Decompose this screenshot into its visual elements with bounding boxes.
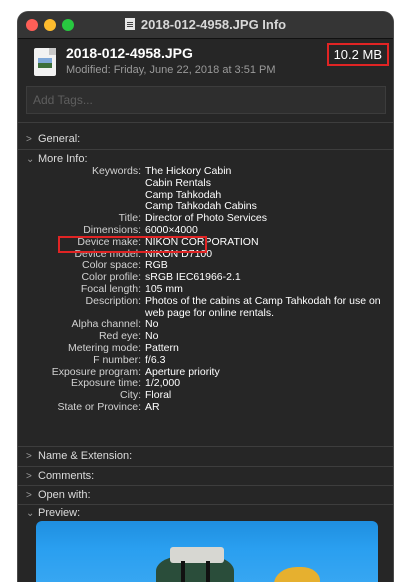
chevron-right-icon: > [26,471,32,482]
tags-input[interactable] [27,87,385,113]
more-info-list: Keywords: The Hickory Cabin Cabin Rentals… [18,165,393,414]
info-key: State or Province: [57,400,141,413]
title-bar[interactable]: 2018-012-4958.JPG Info [18,12,393,39]
info-value: AR [145,400,160,413]
info-row-color-profile: Color profile: sRGB IEC61966-2.1 [18,271,393,284]
section-more-info-label: More Info: [38,153,88,165]
dimensions-highlight-box [58,236,207,253]
info-row-focal-length: Focal length: 105 mm [18,282,393,296]
preview-foliage [274,567,320,582]
section-open-with-label: Open with: [38,489,91,501]
section-open-with[interactable]: > Open with: [26,487,91,503]
info-window: 2018-012-4958.JPG Info 2018-012-4958.JPG… [18,12,393,582]
document-icon [124,18,135,30]
section-general-label: General: [38,133,81,145]
section-preview-label: Preview: [38,507,81,519]
info-value: 6000×4000 [145,223,198,236]
section-preview[interactable]: ⌄ Preview: [26,505,80,521]
divider [18,149,393,150]
info-key: Dimensions: [83,223,141,236]
info-value: web page for online rentals. [145,306,274,319]
section-comments-label: Comments: [38,470,95,482]
info-key: F number: [93,353,141,366]
file-fold [49,48,56,55]
info-key: Focal length: [80,282,141,295]
info-row-title: Title: Director of Photo Services [18,212,393,225]
preview-post [181,561,185,582]
image-thumbnail-icon [38,58,52,68]
info-row-keywords-cont: Cabin Rentals [18,176,393,190]
info-key: Metering mode: [68,341,141,354]
section-general[interactable]: > General: [26,131,80,147]
window-title: 2018-012-4958.JPG Info [18,17,393,32]
file-size: 10.2 MB [326,43,389,66]
modified-date: Modified: Friday, June 22, 2018 at 3:51 … [66,64,276,76]
section-more-info[interactable]: ⌄ More Info: [26,151,88,167]
info-row-f-number: F number: f/6.3 [18,353,393,367]
jpg-file-icon [34,48,56,76]
section-name-extension[interactable]: > Name & Extension: [26,448,132,464]
info-key: Description: [85,294,141,307]
info-value: f/6.3 [145,353,166,366]
info-row-alpha-channel: Alpha channel: No [18,319,393,331]
divider [18,446,393,447]
file-name: 2018-012-4958.JPG [66,45,193,61]
info-row-metering-mode: Metering mode: Pattern [18,341,393,355]
info-row-state: State or Province: AR [18,400,393,414]
info-row-exposure-time: Exposure time: 1/2,000 [18,378,393,390]
chevron-right-icon: > [26,134,32,145]
section-name-extension-label: Name & Extension: [38,450,133,462]
info-key: Keywords: [91,165,141,177]
chevron-right-icon: > [26,490,32,501]
info-row-description: Description: Photos of the cabins at Camp… [18,294,393,308]
info-value: Photos of the cabins at Camp Tahkodah fo… [145,294,381,307]
info-value: Pattern [145,341,179,354]
window-title-text: 2018-012-4958.JPG Info [140,17,287,32]
info-value: Cabin Rentals [145,176,211,189]
preview-roof [170,547,224,563]
info-row-dimensions: Dimensions: 6000×4000 [18,223,393,237]
divider [18,485,393,486]
file-header: 2018-012-4958.JPG Modified: Friday, June… [18,39,393,87]
section-comments[interactable]: > Comments: [26,468,94,484]
chevron-right-icon: > [26,451,32,462]
preview-post [206,561,210,582]
tags-field[interactable] [26,86,386,114]
divider [18,122,393,123]
image-preview [36,521,378,582]
info-value: 105 mm [145,282,183,295]
divider [18,466,393,467]
chevron-down-icon: ⌄ [26,508,35,519]
